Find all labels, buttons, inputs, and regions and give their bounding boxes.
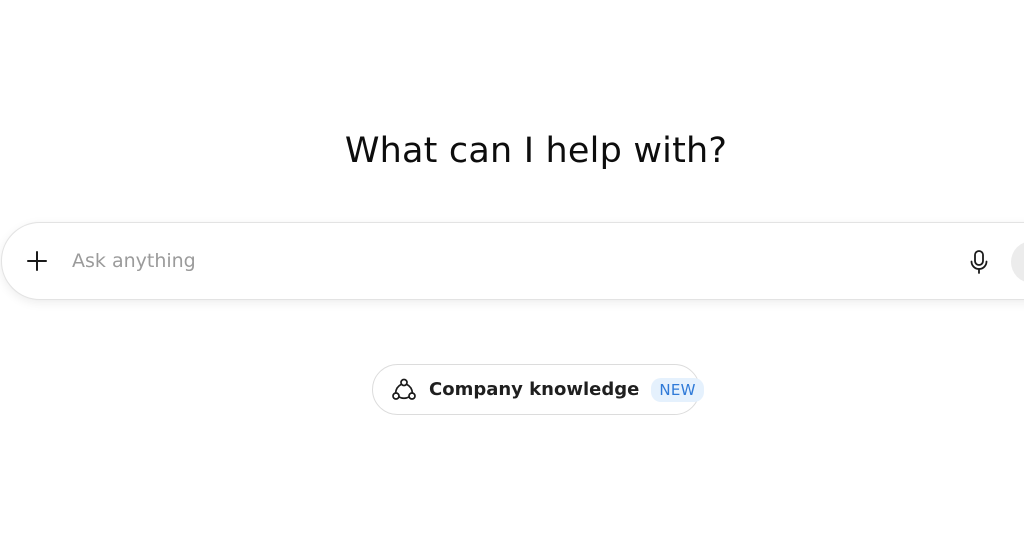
company-knowledge-button[interactable]: Company knowledge NEW (372, 364, 704, 415)
prompt-composer (1, 222, 1024, 300)
microphone-icon (970, 250, 988, 274)
prompt-input[interactable] (72, 245, 932, 277)
connected-nodes-icon (391, 377, 417, 403)
voice-mode-button[interactable] (1011, 241, 1024, 283)
chat-home-page: What can I help with? Ask anything Compa… (0, 0, 1024, 542)
plus-icon (27, 251, 47, 271)
new-badge: NEW (651, 377, 704, 402)
page-title: What can I help with? (344, 131, 728, 171)
dictate-button[interactable] (964, 247, 994, 277)
company-knowledge-label: Company knowledge (429, 379, 640, 400)
attach-button[interactable] (20, 244, 54, 278)
